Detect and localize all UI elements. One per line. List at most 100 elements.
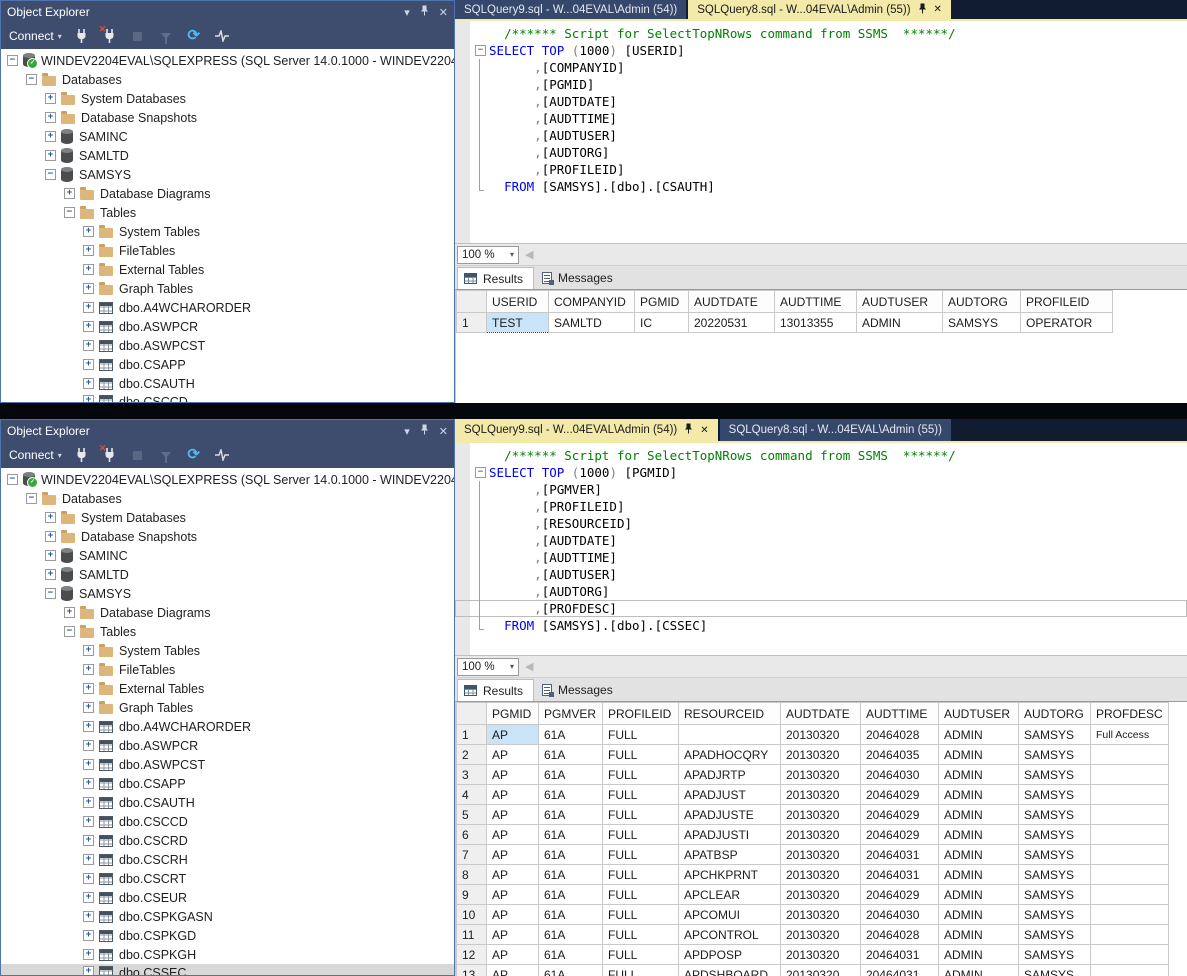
document-tab[interactable]: SQLQuery9.sql - W...04EVAL\Admin (54)) <box>455 0 686 19</box>
results-cell[interactable]: FULL <box>603 905 679 925</box>
document-tab[interactable]: SQLQuery8.sql - W...04EVAL\Admin (55))✕ <box>688 0 951 19</box>
results-cell[interactable]: ADMIN <box>939 845 1019 865</box>
refresh-icon[interactable]: ⟳ <box>186 28 202 44</box>
results-cell[interactable]: 20130320 <box>781 765 861 785</box>
results-cell[interactable]: SAMSYS <box>1019 745 1091 765</box>
tree-item[interactable]: +dbo.CSCCD <box>1 812 454 831</box>
expand-expander-icon[interactable]: + <box>83 283 94 294</box>
results-cell[interactable]: ADMIN <box>939 965 1019 976</box>
document-tab[interactable]: SQLQuery8.sql - W...04EVAL\Admin (55)) <box>720 419 951 441</box>
tree-item[interactable]: +SAMLTD <box>1 565 454 584</box>
results-cell[interactable]: SAMSYS <box>1019 965 1091 976</box>
results-cell[interactable]: APCOMUI <box>679 905 781 925</box>
scroll-left-arrow[interactable]: ◀ <box>525 660 533 673</box>
close-icon[interactable]: ✕ <box>700 425 708 436</box>
collapse-expander-icon[interactable]: − <box>45 169 56 180</box>
tree-item[interactable]: +dbo.CSCRT <box>1 869 454 888</box>
results-cell[interactable]: 20464031 <box>861 945 939 965</box>
pin-icon[interactable] <box>420 424 429 438</box>
results-cell[interactable]: TEST <box>487 313 549 333</box>
results-cell[interactable]: 20130320 <box>781 925 861 945</box>
results-cell[interactable]: 20464029 <box>861 785 939 805</box>
tree-item[interactable]: +dbo.CSCRD <box>1 831 454 850</box>
results-cell[interactable] <box>1091 965 1169 976</box>
results-cell[interactable]: 20464030 <box>861 765 939 785</box>
tree-item[interactable]: +dbo.CSAPP <box>1 355 454 374</box>
expand-expander-icon[interactable]: + <box>45 112 56 123</box>
collapse-expander-icon[interactable]: − <box>26 74 37 85</box>
results-cell[interactable]: FULL <box>603 765 679 785</box>
tree-item[interactable]: +Database Diagrams <box>1 184 454 203</box>
connect-plug-icon[interactable] <box>74 447 90 463</box>
row-number[interactable]: 11 <box>457 925 487 945</box>
collapse-expander-icon[interactable]: − <box>45 588 56 599</box>
results-cell[interactable]: FULL <box>603 805 679 825</box>
row-number[interactable]: 2 <box>457 745 487 765</box>
results-cell[interactable]: APADHOCQRY <box>679 745 781 765</box>
tree-item[interactable]: −Databases <box>1 489 454 508</box>
results-cell[interactable]: 20130320 <box>781 805 861 825</box>
tab-results[interactable]: Results <box>457 679 534 701</box>
expand-expander-icon[interactable]: + <box>83 778 94 789</box>
tree-item[interactable]: +Graph Tables <box>1 279 454 298</box>
results-cell[interactable]: SAMSYS <box>1019 945 1091 965</box>
results-cell[interactable] <box>1091 785 1169 805</box>
row-number[interactable]: 3 <box>457 765 487 785</box>
results-cell[interactable]: IC <box>635 313 689 333</box>
column-header[interactable]: PROFDESC <box>1091 703 1169 725</box>
tree-item[interactable]: +External Tables <box>1 679 454 698</box>
tree-item[interactable]: +FileTables <box>1 660 454 679</box>
column-header[interactable]: PROFILEID <box>1021 291 1113 313</box>
results-cell[interactable]: FULL <box>603 825 679 845</box>
expand-expander-icon[interactable]: + <box>83 966 94 975</box>
results-cell[interactable]: SAMSYS <box>1019 905 1091 925</box>
tree-item[interactable]: +dbo.CSEUR <box>1 888 454 907</box>
results-cell[interactable]: 61A <box>539 905 603 925</box>
row-number[interactable]: 1 <box>457 725 487 745</box>
results-cell[interactable]: 20464029 <box>861 825 939 845</box>
collapse-expander-icon[interactable]: − <box>64 207 75 218</box>
collapse-expander-icon[interactable]: − <box>7 55 18 66</box>
tree-item[interactable]: +dbo.ASWPCST <box>1 336 454 355</box>
tree-item[interactable]: +dbo.ASWPCR <box>1 736 454 755</box>
tree-item[interactable]: −Tables <box>1 622 454 641</box>
tree-item[interactable]: +dbo.A4WCHARORDER <box>1 298 454 317</box>
results-cell[interactable]: APADJRTP <box>679 765 781 785</box>
results-cell[interactable]: ADMIN <box>939 825 1019 845</box>
column-header[interactable]: AUDTUSER <box>857 291 943 313</box>
column-header[interactable]: AUDTORG <box>943 291 1021 313</box>
results-cell[interactable]: APADJUST <box>679 785 781 805</box>
results-cell[interactable]: AP <box>487 825 539 845</box>
results-cell[interactable]: ADMIN <box>857 313 943 333</box>
results-cell[interactable]: ADMIN <box>939 805 1019 825</box>
column-header[interactable]: PGMID <box>635 291 689 313</box>
results-cell[interactable]: 61A <box>539 925 603 945</box>
results-cell[interactable]: SAMSYS <box>1019 865 1091 885</box>
results-cell[interactable]: 20464028 <box>861 925 939 945</box>
results-cell[interactable]: AP <box>487 885 539 905</box>
expand-expander-icon[interactable]: + <box>83 664 94 675</box>
expand-expander-icon[interactable]: + <box>83 835 94 846</box>
results-cell[interactable]: 20130320 <box>781 785 861 805</box>
results-cell[interactable]: SAMSYS <box>1019 845 1091 865</box>
results-cell[interactable]: APCHKPRNT <box>679 865 781 885</box>
expand-expander-icon[interactable]: + <box>83 302 94 313</box>
tree-item[interactable]: +dbo.CSPKGASN <box>1 907 454 926</box>
expand-expander-icon[interactable]: + <box>83 892 94 903</box>
row-number[interactable]: 9 <box>457 885 487 905</box>
results-cell[interactable]: 61A <box>539 805 603 825</box>
activity-monitor-icon[interactable] <box>214 447 230 463</box>
results-cell[interactable]: APCONTROL <box>679 925 781 945</box>
tree-item[interactable]: +dbo.CSPKGH <box>1 945 454 964</box>
tree-item[interactable]: −Tables <box>1 203 454 222</box>
results-cell[interactable]: ADMIN <box>939 725 1019 745</box>
column-header[interactable]: PGMID <box>487 703 539 725</box>
expand-expander-icon[interactable]: + <box>83 797 94 808</box>
results-cell[interactable]: 20464035 <box>861 745 939 765</box>
expand-expander-icon[interactable]: + <box>45 569 56 580</box>
row-number[interactable]: 1 <box>457 313 487 333</box>
results-cell[interactable]: AP <box>487 805 539 825</box>
disconnect-plug-icon[interactable]: ✕ <box>102 28 118 44</box>
column-header[interactable]: PGMVER <box>539 703 603 725</box>
expand-expander-icon[interactable]: + <box>83 245 94 256</box>
